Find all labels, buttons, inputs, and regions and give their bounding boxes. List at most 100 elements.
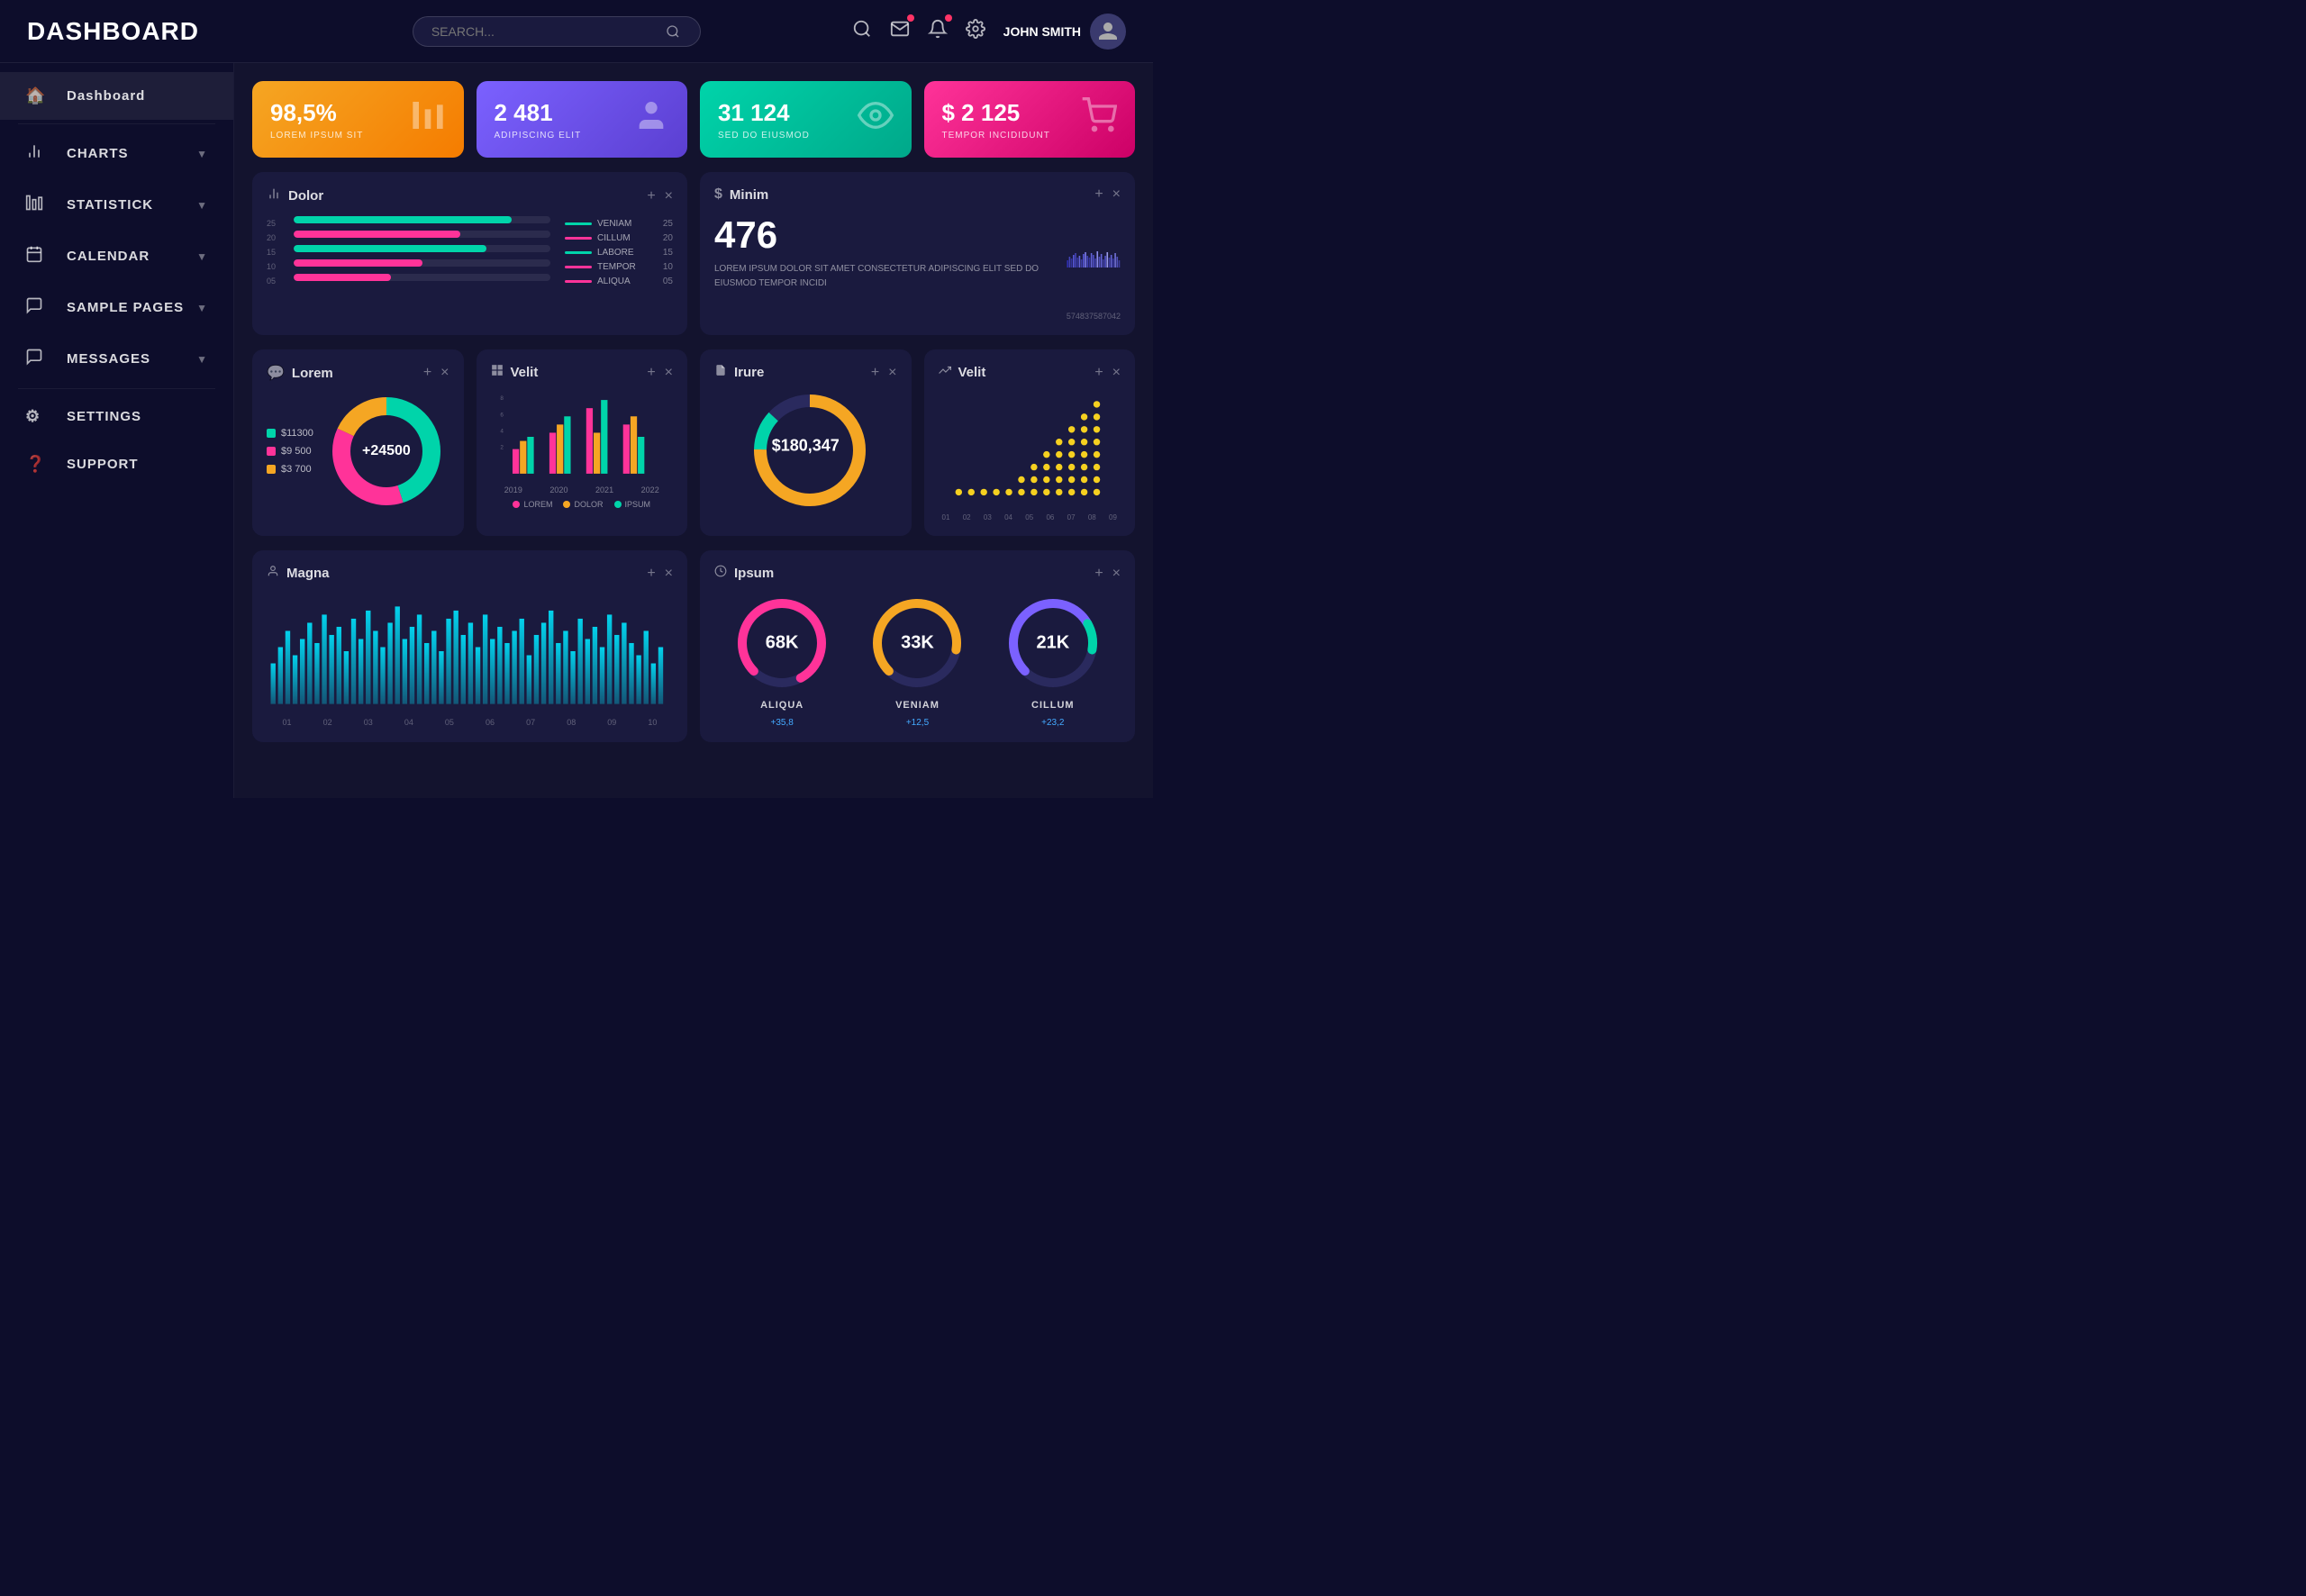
magna-add-btn[interactable]: + [647,566,655,582]
settings-icon[interactable] [966,19,985,44]
magna-title: Magna [286,566,330,581]
main-content: 98,5% LOREM IPSUM SIT 2 481 ADIPISCING E… [234,63,1153,798]
home-icon: 🏠 [25,86,52,105]
irure-close-btn[interactable]: × [888,365,896,381]
velit-close-btn[interactable]: × [665,365,673,381]
stat-card-4[interactable]: $ 2 125 TEMPOR INCIDIDUNT [924,81,1136,158]
search-input[interactable] [431,24,666,39]
dolor-add-btn[interactable]: + [647,188,655,204]
irure-add-btn[interactable]: + [871,365,879,381]
gauge-aliqua-value: 68K [766,632,799,653]
minim-close-btn[interactable]: × [1112,186,1121,203]
svg-text:8: 8 [500,395,504,402]
velit2-close-btn[interactable]: × [1112,365,1121,381]
sidebar-label-dashboard: Dashboard [67,88,145,104]
sidebar-item-calendar[interactable]: CALENDAR ▼ [0,231,233,282]
sidebar-label-sample-pages: SAMPLE PAGES [67,300,184,315]
ipsum-content: 68K ALIQUA +35,8 [714,593,1121,728]
gauge-cillum-sublabel: +23,2 [1041,718,1064,728]
gauge-aliqua-label: ALIQUA [760,700,803,711]
gauge-cillum: 21K CILLUM +23,2 [1003,594,1103,728]
irure-icon [714,364,727,381]
sidebar-divider [18,123,215,124]
sidebar: 🏠 Dashboard CHARTS ▼ STATISTICK ▼ [0,63,234,798]
magna-x-labels: 01020304050607080910 [267,718,673,727]
lorem-content: $11300 $9 500 $3 700 [267,393,449,510]
stat-label-1: LOREM IPSUM SIT [270,131,363,141]
user-info[interactable]: JOHN SMITH [1003,14,1126,50]
gauge-veniam-value: 33K [901,632,934,653]
gauge-aliqua: 68K ALIQUA +35,8 [732,594,831,728]
lorem-close-btn[interactable]: × [440,365,449,381]
irure-card: Irure + × [700,349,912,536]
sidebar-item-sample-pages[interactable]: SAMPLE PAGES ▼ [0,282,233,333]
minim-add-btn[interactable]: + [1094,186,1103,203]
dolor-chart: 2520151005 VENIAM25 CILLUM20 LABORE15 TE… [267,216,673,288]
stat-card-2[interactable]: 2 481 ADIPISCING ELIT [477,81,688,158]
sidebar-item-support[interactable]: ❓ SUPPORT [0,440,233,488]
gauge-cillum-center: 21K [1036,632,1069,653]
stat-label-2: ADIPISCING ELIT [495,131,582,141]
sidebar-item-statistick[interactable]: STATISTICK ▼ [0,179,233,231]
charts-icon [25,142,52,165]
ipsum-close-btn[interactable]: × [1112,566,1121,582]
stat-icon-2 [633,97,669,141]
gauge-aliqua-sublabel: +35,8 [771,718,794,728]
chevron-icon: ▼ [196,148,208,160]
sidebar-item-dashboard[interactable]: 🏠 Dashboard [0,72,233,120]
svg-text:4: 4 [500,428,504,434]
dot-chart: 010203040506070809 [939,392,1121,521]
sidebar-item-charts[interactable]: CHARTS ▼ [0,128,233,179]
gauge-aliqua-center: 68K [766,632,799,653]
stat-card-3[interactable]: 31 124 SED DO EIUSMOD [700,81,912,158]
support-icon: ❓ [25,455,52,474]
mail-icon[interactable] [890,19,910,44]
search-box[interactable] [413,16,701,47]
velit2-add-btn[interactable]: + [1094,365,1103,381]
stat-label-3: SED DO EIUSMOD [718,131,810,141]
sidebar-label-messages: MESSAGES [67,351,150,367]
stat-card-1[interactable]: 98,5% LOREM IPSUM SIT [252,81,464,158]
lorem-add-btn[interactable]: + [423,365,431,381]
avatar [1090,14,1126,50]
messages-icon [25,348,52,370]
stat-cards: 98,5% LOREM IPSUM SIT 2 481 ADIPISCING E… [252,81,1135,158]
irure-title: Irure [734,365,764,380]
minim-chart-area: 574837587042 [1067,213,1121,321]
gauge-cillum-value: 21K [1036,632,1069,653]
sidebar-item-settings[interactable]: ⚙ SETTINGS [0,393,233,440]
charts-row-3: Magna + × [252,550,1135,742]
gauge-cillum-ring: 21K [1003,594,1103,693]
calendar-icon [25,245,52,268]
velit2-title: Velit [958,365,986,380]
velit-legend: LOREM DOLOR IPSUM [491,500,674,509]
header-right: JOHN SMITH [852,14,1126,50]
dolor-y-axis: 2520151005 [267,216,276,288]
bell-icon[interactable] [928,19,948,44]
magna-chart: 01020304050607080910 [267,593,673,727]
velit-add-btn[interactable]: + [647,365,655,381]
velit-icon [491,364,504,381]
minim-desc: LOREM IPSUM DOLOR SIT AMET CONSECTETUR A… [714,262,1052,291]
charts-row-1: Dolor + × 2520151005 [252,172,1135,335]
dolor-card: Dolor + × 2520151005 [252,172,687,335]
ipsum-title: Ipsum [734,566,774,581]
search-header-icon[interactable] [852,19,872,44]
dot-chart-x-labels: 010203040506070809 [939,513,1121,521]
minim-content: 476 LOREM IPSUM DOLOR SIT AMET CONSECTET… [714,213,1121,321]
dot-chart-svg [939,392,1121,509]
dolor-close-btn[interactable]: × [665,188,673,204]
search-icon [666,24,680,39]
minim-title: Minim [730,187,768,203]
magna-close-btn[interactable]: × [665,566,673,582]
sidebar-item-messages[interactable]: MESSAGES ▼ [0,333,233,385]
magna-icon [267,565,279,582]
magna-bars-svg [267,593,673,710]
gauge-aliqua-ring: 68K [732,594,831,693]
lorem-title: Lorem [292,366,333,381]
ipsum-add-btn[interactable]: + [1094,566,1103,582]
lorem-donut: +24500 [328,393,445,510]
stat-value-4: $ 2 125 [942,99,1050,127]
stat-label-4: TEMPOR INCIDIDUNT [942,131,1050,141]
sidebar-label-support: SUPPORT [67,457,139,472]
